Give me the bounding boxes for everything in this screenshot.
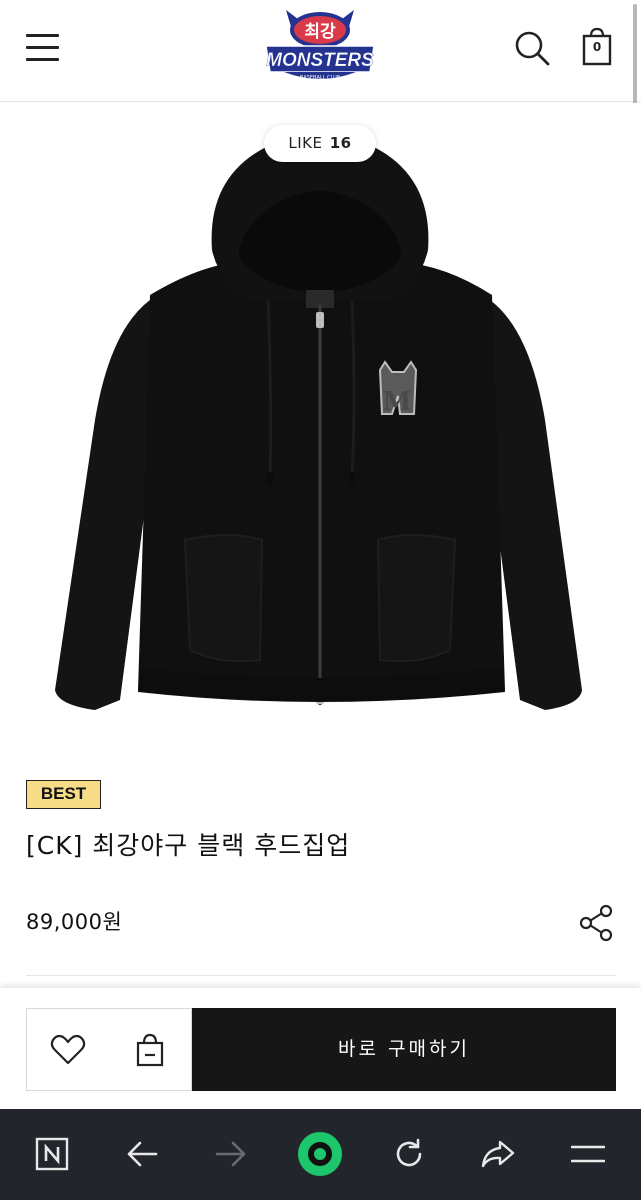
like-label: LIKE xyxy=(288,134,323,152)
share-icon[interactable] xyxy=(578,904,616,942)
svg-text:M: M xyxy=(383,387,412,417)
like-button[interactable]: LIKE 16 xyxy=(264,125,376,162)
product-image[interactable]: M xyxy=(0,103,641,753)
arrow-left-icon xyxy=(127,1141,158,1167)
monsters-logo[interactable]: 최강 MONSTERS BASEBALL CLUB xyxy=(262,6,378,86)
refresh-icon xyxy=(396,1138,422,1167)
info-divider xyxy=(26,975,616,976)
logo-main-text: MONSTERS xyxy=(266,50,374,71)
product-title: [CK] 최강야구 블랙 후드집업 xyxy=(26,831,351,860)
logo-top-text: 최강 xyxy=(304,22,336,42)
cart-count-badge: 0 xyxy=(592,40,602,54)
back-button[interactable] xyxy=(112,1124,172,1184)
site-header: 최강 MONSTERS BASEBALL CLUB 0 xyxy=(0,0,641,102)
share-arrow-icon xyxy=(481,1140,515,1168)
forward-button[interactable] xyxy=(201,1124,261,1184)
shopping-bag-icon[interactable]: 0 xyxy=(578,26,616,68)
wishlist-button[interactable] xyxy=(26,1008,110,1091)
arrow-right-icon xyxy=(215,1141,246,1167)
home-button[interactable] xyxy=(290,1124,350,1184)
best-badge: BEST xyxy=(26,780,101,809)
logo-sub-text: BASEBALL CLUB xyxy=(300,75,341,81)
green-circle-icon xyxy=(298,1132,342,1176)
product-price: 89,000원 xyxy=(26,910,123,934)
buy-now-button[interactable]: 바로 구매하기 xyxy=(192,1008,616,1091)
refresh-button[interactable] xyxy=(379,1124,439,1184)
share-page-button[interactable] xyxy=(468,1124,528,1184)
search-icon[interactable] xyxy=(512,28,552,68)
purchase-bar: 바로 구매하기 xyxy=(0,988,641,1109)
browser-bottom-nav xyxy=(0,1109,641,1200)
like-count: 16 xyxy=(329,134,352,152)
menu-icon xyxy=(571,1145,605,1163)
add-to-cart-button[interactable] xyxy=(109,1008,192,1091)
browser-menu-button[interactable] xyxy=(558,1124,618,1184)
n-square-icon xyxy=(35,1137,69,1171)
black-zip-hoodie-image: M xyxy=(55,130,582,710)
naver-home-button[interactable] xyxy=(22,1124,82,1184)
bag-icon xyxy=(136,1033,164,1066)
hamburger-menu-icon[interactable] xyxy=(26,32,60,62)
heart-icon xyxy=(50,1034,86,1064)
